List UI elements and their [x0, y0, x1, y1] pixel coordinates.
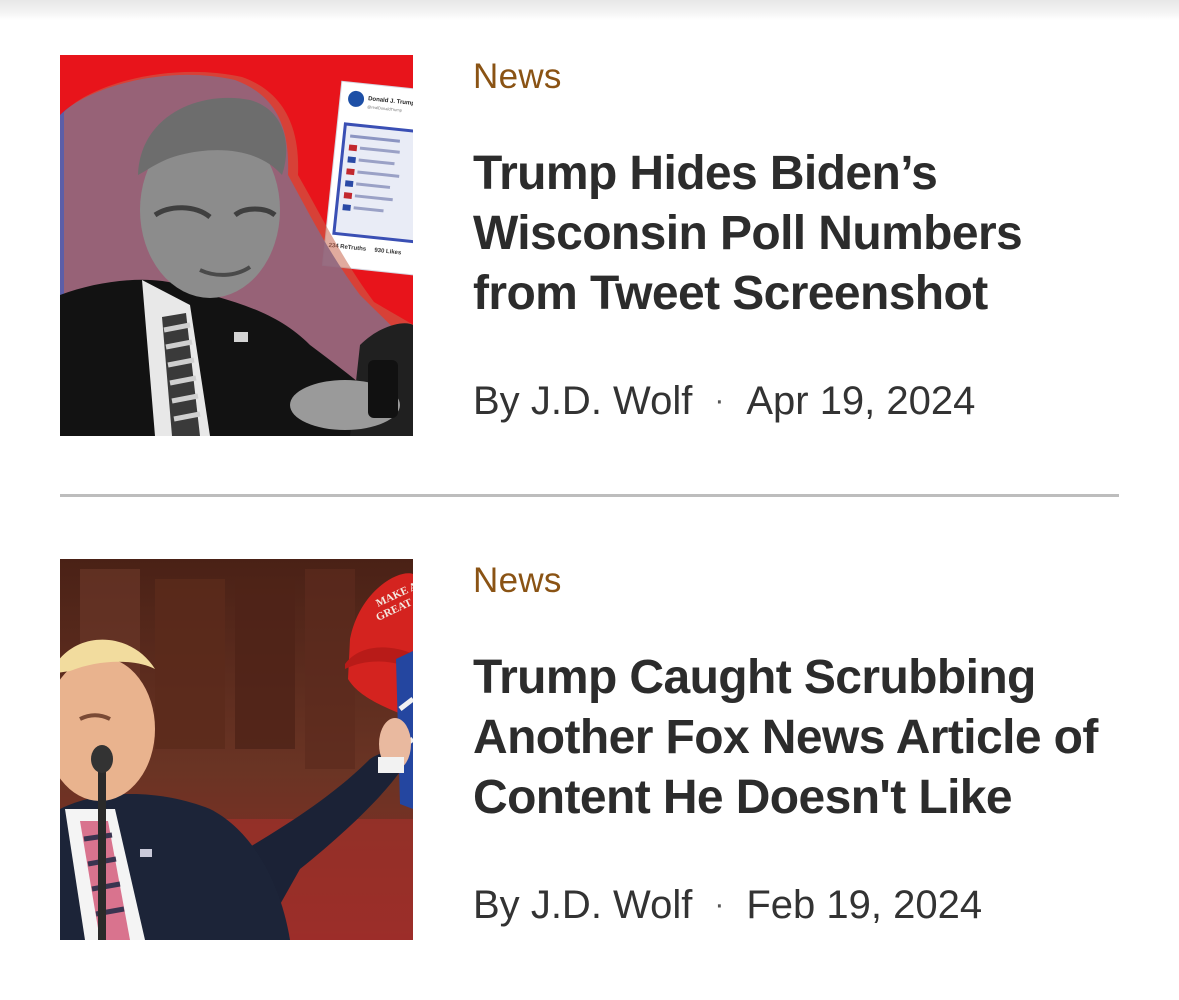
byline-separator: ·	[714, 888, 725, 921]
article-thumbnail[interactable]: Donald J. Trump @realDonaldTrump 234 ReT…	[60, 55, 413, 436]
article-divider	[60, 494, 1119, 497]
category-label[interactable]: News	[473, 57, 562, 97]
category-label[interactable]: News	[473, 561, 562, 601]
top-bar-shadow	[0, 0, 1179, 20]
article-headline[interactable]: Trump Caught Scrubbing Another Fox News …	[473, 648, 1123, 828]
publish-date: Apr 19, 2024	[746, 379, 976, 423]
article-card[interactable]: Donald J. Trump @realDonaldTrump 234 ReT…	[60, 55, 1120, 437]
trump-phone-photo: Donald J. Trump @realDonaldTrump 234 ReT…	[60, 55, 413, 436]
byline-separator: ·	[714, 384, 725, 417]
publish-date: Feb 19, 2024	[746, 883, 983, 927]
byline: By J.D. Wolf · Apr 19, 2024	[473, 378, 975, 424]
article-list-page: Donald J. Trump @realDonaldTrump 234 ReT…	[0, 0, 1179, 1000]
article-headline[interactable]: Trump Hides Biden’s Wisconsin Poll Numbe…	[473, 144, 1123, 324]
byline: By J.D. Wolf · Feb 19, 2024	[473, 882, 982, 928]
trump-maga-hat-photo: MAKE A GREAT	[60, 559, 413, 940]
article-card[interactable]: MAKE A GREAT News Trump Caught Scrubbing…	[60, 559, 1120, 941]
article-thumbnail[interactable]: MAKE A GREAT	[60, 559, 413, 940]
author-link[interactable]: J.D. Wolf	[531, 379, 693, 423]
author-link[interactable]: J.D. Wolf	[531, 883, 693, 927]
byline-prefix: By	[473, 883, 520, 927]
byline-prefix: By	[473, 379, 520, 423]
